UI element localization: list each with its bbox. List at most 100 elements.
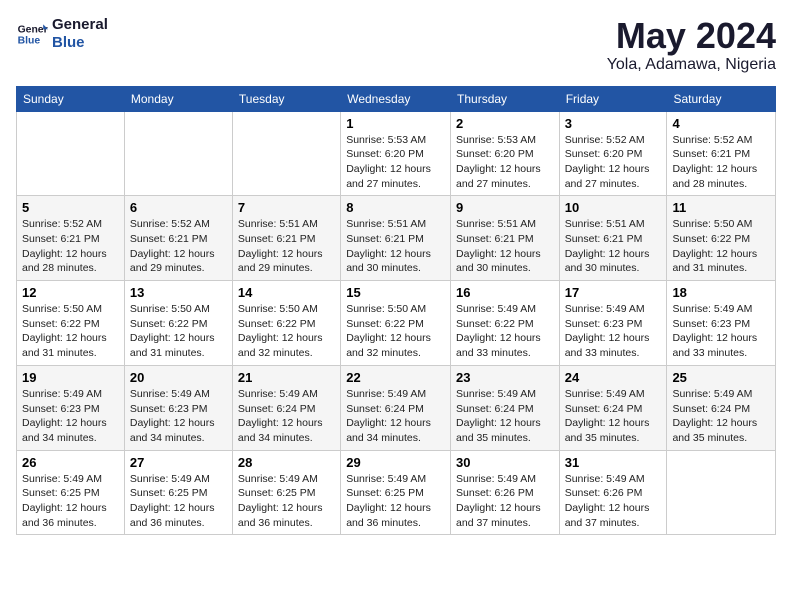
day-number: 14 [238,285,335,300]
day-content: Sunrise: 5:49 AM Sunset: 6:24 PM Dayligh… [456,387,554,446]
calendar-header-row: SundayMondayTuesdayWednesdayThursdayFrid… [17,86,776,111]
day-content: Sunrise: 5:52 AM Sunset: 6:21 PM Dayligh… [672,133,770,192]
day-content: Sunrise: 5:50 AM Sunset: 6:22 PM Dayligh… [22,302,119,361]
calendar-cell: 8 Sunrise: 5:51 AM Sunset: 6:21 PM Daylig… [341,196,451,281]
calendar-cell: 14 Sunrise: 5:50 AM Sunset: 6:22 PM Dayli… [232,281,340,366]
day-content: Sunrise: 5:53 AM Sunset: 6:20 PM Dayligh… [456,133,554,192]
calendar-cell: 30Sunrise: 5:49 AM Sunset: 6:26 PM Dayli… [451,450,560,535]
weekday-header: Sunday [17,86,125,111]
day-number: 3 [565,116,662,131]
calendar-cell: 7 Sunrise: 5:51 AM Sunset: 6:21 PM Daylig… [232,196,340,281]
day-content: Sunrise: 5:50 AM Sunset: 6:22 PM Dayligh… [672,217,770,276]
day-content: Sunrise: 5:52 AM Sunset: 6:20 PM Dayligh… [565,133,662,192]
day-number: 25 [672,370,770,385]
calendar-cell [232,111,340,196]
calendar-cell [667,450,776,535]
calendar-cell: 31Sunrise: 5:49 AM Sunset: 6:26 PM Dayli… [559,450,667,535]
day-number: 9 [456,200,554,215]
day-content: Sunrise: 5:51 AM Sunset: 6:21 PM Dayligh… [456,217,554,276]
weekday-header: Thursday [451,86,560,111]
weekday-header: Tuesday [232,86,340,111]
calendar-table: SundayMondayTuesdayWednesdayThursdayFrid… [16,86,776,536]
day-content: Sunrise: 5:51 AM Sunset: 6:21 PM Dayligh… [238,217,335,276]
weekday-header: Monday [124,86,232,111]
day-number: 10 [565,200,662,215]
day-number: 15 [346,285,445,300]
calendar-week-row: 1 Sunrise: 5:53 AM Sunset: 6:20 PM Daylig… [17,111,776,196]
month-title: May 2024 [607,16,776,56]
calendar-cell: 27 Sunrise: 5:49 AM Sunset: 6:25 PM Dayli… [124,450,232,535]
calendar-cell: 6 Sunrise: 5:52 AM Sunset: 6:21 PM Daylig… [124,196,232,281]
day-number: 20 [130,370,227,385]
day-content: Sunrise: 5:49 AM Sunset: 6:26 PM Dayligh… [565,472,662,531]
calendar-cell: 17Sunrise: 5:49 AM Sunset: 6:23 PM Dayli… [559,281,667,366]
logo: General Blue General Blue [16,16,108,52]
location-title: Yola, Adamawa, Nigeria [607,56,776,74]
calendar-cell: 25 Sunrise: 5:49 AM Sunset: 6:24 PM Dayli… [667,365,776,450]
title-block: May 2024 Yola, Adamawa, Nigeria [607,16,776,74]
calendar-cell: 10 Sunrise: 5:51 AM Sunset: 6:21 PM Dayli… [559,196,667,281]
calendar-cell: 18 Sunrise: 5:49 AM Sunset: 6:23 PM Dayli… [667,281,776,366]
day-number: 12 [22,285,119,300]
day-content: Sunrise: 5:51 AM Sunset: 6:21 PM Dayligh… [346,217,445,276]
day-content: Sunrise: 5:53 AM Sunset: 6:20 PM Dayligh… [346,133,445,192]
day-content: Sunrise: 5:49 AM Sunset: 6:24 PM Dayligh… [346,387,445,446]
day-number: 26 [22,455,119,470]
day-content: Sunrise: 5:49 AM Sunset: 6:25 PM Dayligh… [346,472,445,531]
calendar-cell [17,111,125,196]
calendar-cell: 3 Sunrise: 5:52 AM Sunset: 6:20 PM Daylig… [559,111,667,196]
day-content: Sunrise: 5:50 AM Sunset: 6:22 PM Dayligh… [238,302,335,361]
day-number: 1 [346,116,445,131]
calendar-body: 1 Sunrise: 5:53 AM Sunset: 6:20 PM Daylig… [17,111,776,535]
calendar-week-row: 12 Sunrise: 5:50 AM Sunset: 6:22 PM Dayli… [17,281,776,366]
weekday-header: Wednesday [341,86,451,111]
day-number: 6 [130,200,227,215]
day-content: Sunrise: 5:49 AM Sunset: 6:24 PM Dayligh… [672,387,770,446]
calendar-cell: 26Sunrise: 5:49 AM Sunset: 6:25 PM Dayli… [17,450,125,535]
day-number: 28 [238,455,335,470]
page-header: General Blue General Blue May 2024 Yola,… [16,16,776,74]
day-content: Sunrise: 5:49 AM Sunset: 6:24 PM Dayligh… [238,387,335,446]
day-number: 24 [565,370,662,385]
weekday-header: Saturday [667,86,776,111]
day-content: Sunrise: 5:49 AM Sunset: 6:24 PM Dayligh… [565,387,662,446]
day-content: Sunrise: 5:51 AM Sunset: 6:21 PM Dayligh… [565,217,662,276]
day-number: 8 [346,200,445,215]
calendar-week-row: 26 Sunrise: 5:49 AM Sunset: 6:25 PM Dayli… [17,450,776,535]
calendar-cell: 15Sunrise: 5:50 AM Sunset: 6:22 PM Dayli… [341,281,451,366]
day-number: 27 [130,455,227,470]
day-content: Sunrise: 5:49 AM Sunset: 6:23 PM Dayligh… [672,302,770,361]
day-number: 18 [672,285,770,300]
day-content: Sunrise: 5:50 AM Sunset: 6:22 PM Dayligh… [130,302,227,361]
day-number: 5 [22,200,119,215]
calendar-cell: 4 Sunrise: 5:52 AM Sunset: 6:21 PM Daylig… [667,111,776,196]
day-number: 4 [672,116,770,131]
day-content: Sunrise: 5:52 AM Sunset: 6:21 PM Dayligh… [22,217,119,276]
svg-text:Blue: Blue [18,36,41,47]
calendar-week-row: 19Sunrise: 5:49 AM Sunset: 6:23 PM Dayli… [17,365,776,450]
calendar-cell: 22 Sunrise: 5:49 AM Sunset: 6:24 PM Dayli… [341,365,451,450]
calendar-cell: 20Sunrise: 5:49 AM Sunset: 6:23 PM Dayli… [124,365,232,450]
calendar-cell: 16 Sunrise: 5:49 AM Sunset: 6:22 PM Dayli… [451,281,560,366]
day-number: 22 [346,370,445,385]
calendar-cell: 28Sunrise: 5:49 AM Sunset: 6:25 PM Dayli… [232,450,340,535]
calendar-cell: 9 Sunrise: 5:51 AM Sunset: 6:21 PM Daylig… [451,196,560,281]
day-content: Sunrise: 5:52 AM Sunset: 6:21 PM Dayligh… [130,217,227,276]
day-content: Sunrise: 5:49 AM Sunset: 6:22 PM Dayligh… [456,302,554,361]
calendar-cell: 1 Sunrise: 5:53 AM Sunset: 6:20 PM Daylig… [341,111,451,196]
calendar-cell: 13 Sunrise: 5:50 AM Sunset: 6:22 PM Dayli… [124,281,232,366]
calendar-cell: 12 Sunrise: 5:50 AM Sunset: 6:22 PM Dayli… [17,281,125,366]
day-number: 13 [130,285,227,300]
day-number: 19 [22,370,119,385]
day-number: 11 [672,200,770,215]
day-content: Sunrise: 5:49 AM Sunset: 6:23 PM Dayligh… [565,302,662,361]
calendar-cell: 5 Sunrise: 5:52 AM Sunset: 6:21 PM Daylig… [17,196,125,281]
calendar-cell [124,111,232,196]
logo-icon: General Blue [16,18,48,50]
day-number: 7 [238,200,335,215]
calendar-cell: 23Sunrise: 5:49 AM Sunset: 6:24 PM Dayli… [451,365,560,450]
day-number: 16 [456,285,554,300]
day-content: Sunrise: 5:49 AM Sunset: 6:25 PM Dayligh… [130,472,227,531]
calendar-cell: 19Sunrise: 5:49 AM Sunset: 6:23 PM Dayli… [17,365,125,450]
weekday-header: Friday [559,86,667,111]
